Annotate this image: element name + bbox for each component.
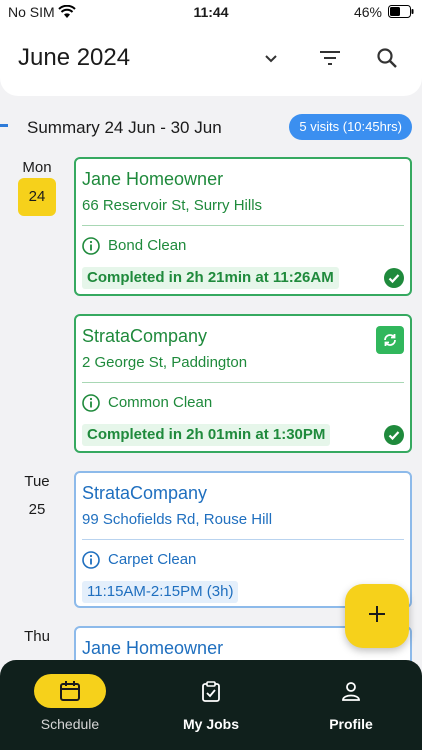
nav-schedule[interactable]: Schedule [0, 660, 140, 750]
service-type: Common Clean [108, 394, 213, 411]
nav-profile[interactable]: Profile [281, 660, 421, 750]
completion-status: Completed in 2h 21min at 11:26AM [82, 267, 339, 289]
weekday-label: Tue [24, 473, 50, 490]
check-circle-icon [384, 425, 404, 445]
check-circle-icon [384, 268, 404, 288]
person-icon [315, 674, 387, 708]
scheduled-time: 11:15AM-2:15PM (3h) [82, 581, 239, 603]
week-summary: Summary 24 Jun - 30 Jun 5 visits (10:45h… [0, 112, 422, 144]
card-divider [82, 539, 404, 540]
client-name: StrataCompany [82, 326, 208, 346]
info-icon [82, 237, 100, 255]
date-today[interactable]: 24 [18, 178, 56, 216]
date-number[interactable]: 25 [18, 491, 56, 529]
completion-status: Completed in 2h 01min at 1:30PM [82, 424, 331, 446]
recurring-icon [376, 326, 404, 354]
nav-schedule-label: Schedule [40, 716, 100, 732]
client-name: Jane Homeowner [82, 638, 224, 658]
visits-badge: 5 visits (10:45hrs) [289, 114, 412, 140]
battery-percentage: 46% [353, 4, 382, 20]
filter-icon[interactable] [316, 44, 344, 72]
weekday-label: Mon [22, 159, 52, 176]
summary-marker [0, 124, 8, 127]
nav-my-jobs[interactable]: My Jobs [141, 660, 281, 750]
visit-address: 66 Reservoir St, Surry Hills [82, 197, 263, 214]
nav-my-jobs-label: My Jobs [182, 716, 239, 732]
month-title[interactable]: June 2024 [18, 44, 130, 72]
info-icon [82, 394, 100, 412]
add-visit-button[interactable] [345, 584, 409, 648]
bottom-navigation: Schedule My Jobs Profile [0, 660, 422, 750]
visit-address: 99 Schofields Rd, Rouse Hill [82, 511, 273, 528]
service-type: Bond Clean [108, 237, 187, 254]
status-bar: No SIM 11:44 46% [0, 0, 422, 24]
chevron-down-icon[interactable] [257, 44, 285, 72]
summary-title: Summary 24 Jun - 30 Jun [27, 118, 222, 137]
search-icon[interactable] [373, 44, 401, 72]
card-divider [82, 382, 404, 383]
visit-card[interactable]: Jane Homeowner 66 Reservoir St, Surry Hi… [74, 157, 412, 296]
clipboard-check-icon [175, 674, 247, 708]
plus-icon [367, 604, 387, 629]
weekday-label: Thu [24, 628, 50, 645]
nav-profile-label: Profile [329, 716, 373, 732]
battery-icon [388, 5, 414, 21]
service-type: Carpet Clean [108, 551, 197, 568]
client-name: Jane Homeowner [82, 169, 224, 189]
client-name: StrataCompany [82, 483, 208, 503]
visit-card[interactable]: StrataCompany 2 George St, Paddington Co… [74, 314, 412, 453]
calendar-icon [34, 674, 106, 708]
info-icon [82, 551, 100, 569]
card-divider [82, 225, 404, 226]
calendar-header: June 2024 [0, 24, 422, 96]
visit-address: 2 George St, Paddington [82, 354, 248, 371]
